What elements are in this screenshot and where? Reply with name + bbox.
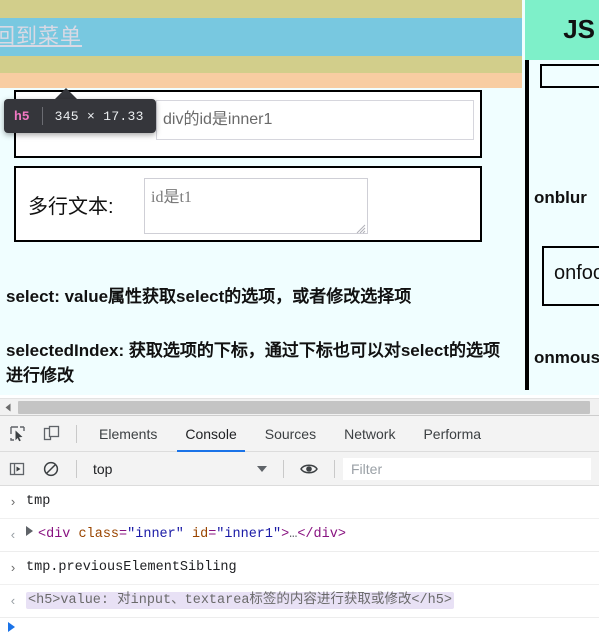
inspector-tooltip-separator [41, 107, 43, 125]
console-filter-bar: top [0, 452, 599, 486]
node-attr-class-value: "inner" [127, 527, 184, 542]
js-title: JS [563, 14, 595, 44]
onblur-label: onblur [534, 188, 587, 207]
inspector-tooltip-tag: h5 [14, 108, 30, 124]
tab-elements[interactable]: Elements [85, 416, 171, 452]
console-html-result-wrapper: <h5>value: 对input、textarea标签的内容进行获取或修改</… [26, 591, 454, 610]
banner-band-peach [0, 73, 522, 88]
selected-index-paragraph: selectedIndex: 获取选项的下标，通过下标也可以对select的选项… [6, 341, 501, 385]
js-header-panel: JS [525, 0, 599, 60]
node-attr-id-name: id [191, 527, 209, 542]
node-space-1 [70, 527, 78, 542]
inner1-text-input[interactable] [156, 100, 474, 140]
filterbar-divider-3 [334, 459, 335, 478]
console-html-result[interactable]: <h5>value: 对input、textarea标签的内容进行获取或修改</… [26, 592, 454, 609]
banner-band-khaki-bottom [0, 56, 522, 73]
page-left-column: 回到菜单 div的id是inner1 多行文本: select: value属性… [0, 0, 522, 395]
tab-elements-label: Elements [99, 425, 158, 442]
tab-performance-label: Performa [423, 425, 482, 442]
tab-sources-label: Sources [264, 425, 317, 442]
console-prompt-row[interactable] [0, 618, 599, 636]
inspect-element-icon[interactable] [0, 417, 34, 451]
node-eq-1: = [119, 527, 128, 542]
console-node-preview[interactable]: <div class="inner" id="inner1">…</div> [26, 525, 346, 544]
node-tag-name: div [46, 527, 71, 542]
page-horizontal-scrollbar[interactable] [0, 398, 599, 415]
tab-network-label: Network [344, 425, 396, 442]
node-space-2 [184, 527, 192, 542]
console-input-text-2: tmp.previousElementSibling [26, 560, 237, 575]
tab-console-label: Console [185, 425, 237, 442]
device-toolbar-icon[interactable] [34, 417, 68, 451]
scroll-left-arrow-icon[interactable] [0, 399, 17, 416]
inspector-tooltip-dimensions: 345 × 17.33 [54, 108, 144, 124]
console-input-marker-1: › [9, 495, 17, 510]
console-context-value: top [93, 460, 113, 477]
node-closing-tag: </div> [297, 527, 346, 542]
devtools-toolbar: Elements Console Sources Network Perform… [0, 416, 599, 452]
back-to-menu-link[interactable]: 回到菜单 [0, 22, 82, 52]
console-row-input-1[interactable]: › tmp [0, 486, 599, 519]
right-box-onfocus: onfocus [542, 246, 599, 306]
expand-triangle-icon[interactable] [26, 526, 33, 536]
right-column-vertical-rule [525, 60, 529, 390]
console-row-output-2[interactable]: ‹ <h5>value: 对input、textarea标签的内容进行获取或修改… [0, 585, 599, 618]
page-scrollbar-thumb[interactable] [18, 401, 590, 414]
node-close-bracket: > [281, 527, 290, 542]
page-viewport: 回到菜单 div的id是inner1 多行文本: select: value属性… [0, 0, 599, 395]
onfocus-text: onfocus [554, 262, 599, 284]
console-output-marker-2: ‹ [9, 594, 17, 609]
page-right-column: JS onblur onfocus onmouseover [522, 0, 599, 395]
tab-network[interactable]: Network [330, 416, 409, 452]
console-input-text-1: tmp [26, 494, 51, 509]
filterbar-divider-1 [76, 459, 77, 478]
toolbar-divider [76, 424, 77, 443]
console-sidebar-icon[interactable] [0, 452, 34, 486]
onmouseover-label: onmouseover [534, 348, 599, 367]
right-box-top [540, 64, 599, 88]
console-row-input-2[interactable]: › tmp.previousElementSibling [0, 552, 599, 585]
console-output[interactable]: › tmp ‹ <div class="inner" id="inner1">…… [0, 486, 599, 643]
tab-sources[interactable]: Sources [251, 416, 330, 452]
multiline-textarea[interactable] [144, 178, 368, 234]
live-expression-eye-icon[interactable] [292, 452, 326, 486]
devtools-tabs: Elements Console Sources Network Perform… [85, 416, 495, 452]
node-attr-id-value: "inner1" [216, 527, 282, 542]
filterbar-divider-2 [283, 459, 284, 478]
console-prompt-caret-icon [8, 622, 15, 632]
multiline-text-block: 多行文本: [14, 166, 482, 242]
screenshot-root: 回到菜单 div的id是inner1 多行文本: select: value属性… [0, 0, 599, 643]
tab-performance[interactable]: Performa [409, 416, 495, 452]
chevron-down-icon [257, 465, 267, 472]
node-attr-class-name: class [78, 527, 120, 542]
banner-band-khaki-top [0, 0, 522, 18]
console-context-selector[interactable]: top [85, 457, 275, 481]
multiline-label: 多行文本: [28, 196, 114, 218]
select-value-paragraph: select: value属性获取select的选项，或者修改选择项 [6, 287, 412, 306]
tab-console[interactable]: Console [171, 416, 250, 452]
inspector-tooltip: h5 345 × 17.33 [4, 99, 156, 133]
console-filter-input[interactable] [343, 457, 591, 480]
console-input-marker-2: › [9, 561, 17, 576]
console-output-marker-1: ‹ [9, 528, 17, 543]
clear-console-icon[interactable] [34, 452, 68, 486]
devtools-panel: Elements Console Sources Network Perform… [0, 415, 599, 643]
node-open-bracket: < [38, 527, 47, 542]
console-row-output-1[interactable]: ‹ <div class="inner" id="inner1">…</div> [0, 519, 599, 552]
select-description-block: select: value属性获取select的选项，或者修改选择项 selec… [0, 270, 522, 392]
